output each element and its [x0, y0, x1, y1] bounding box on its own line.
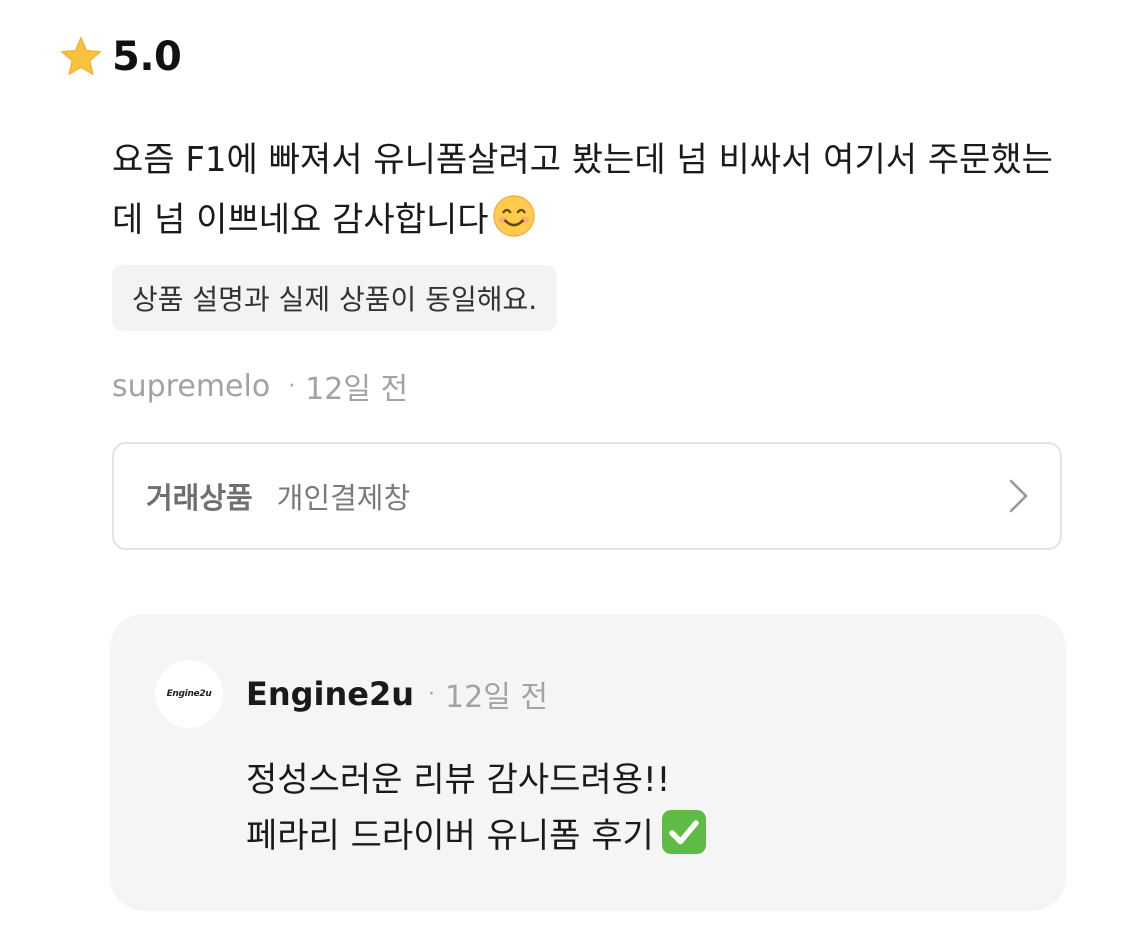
seller-avatar[interactable]: Engine2u — [155, 660, 223, 728]
review-text: 요즘 F1에 빠져서 유니폼살려고 봤는데 넘 비싸서 여기서 주문했는데 넘 … — [112, 130, 1072, 250]
review-meta: supremelo · 12일 전 — [112, 364, 408, 408]
review-tag-chip: 상품 설명과 실제 상품이 동일해요. — [112, 265, 558, 331]
product-name: 개인결제창 — [276, 481, 411, 515]
reply-line-1: 정성스러운 리뷰 감사드려용!! — [246, 760, 671, 800]
product-label: 거래상품 — [146, 481, 253, 515]
review-body: 요즘 F1에 빠져서 유니폼살려고 봤는데 넘 비싸서 여기서 주문했는데 넘 … — [112, 140, 1053, 240]
reply-header: Engine2u · 12일 전 — [246, 672, 548, 716]
chevron-right-icon — [1009, 479, 1028, 513]
reply-line-2: 페라리 드라이버 유니폼 후기 — [246, 816, 654, 856]
check-mark-button-icon — [661, 810, 706, 854]
seller-logo: Engine2u — [166, 689, 212, 699]
smiling-face-icon — [492, 195, 535, 237]
star-icon — [61, 37, 101, 75]
meta-separator: · — [288, 373, 296, 399]
rating: 5.0 — [58, 34, 182, 80]
product-card[interactable]: 거래상품 개인결제창 — [112, 442, 1062, 550]
rating-value: 5.0 — [112, 34, 182, 80]
seller-name[interactable]: Engine2u — [246, 675, 414, 713]
reply-time: 12일 전 — [445, 680, 548, 715]
review-time: 12일 전 — [305, 372, 409, 407]
review-author[interactable]: supremelo — [112, 369, 270, 404]
reply-text: 정성스러운 리뷰 감사드려용!! 페라리 드라이버 유니폼 후기 — [246, 752, 708, 864]
seller-reply: Engine2u Engine2u · 12일 전 정성스러운 리뷰 감사드려용… — [110, 614, 1066, 911]
reply-separator: · — [428, 681, 436, 707]
